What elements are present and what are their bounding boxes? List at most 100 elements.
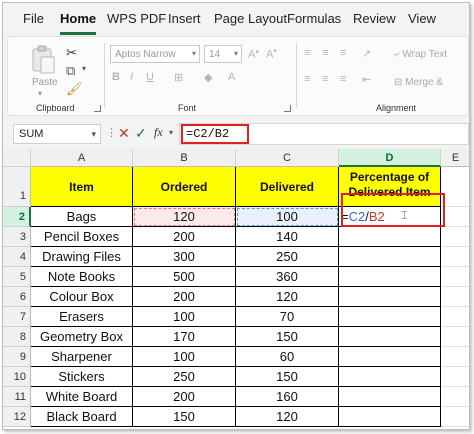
item-cell[interactable]: Drawing Files [31, 247, 133, 267]
empty-cell[interactable] [441, 407, 469, 427]
tab-view[interactable]: View [408, 11, 436, 31]
increase-font-icon[interactable]: A▴ [248, 47, 259, 61]
delivered-cell[interactable]: 150 [236, 327, 339, 347]
tab-insert[interactable]: Insert [168, 11, 201, 31]
indent-icon[interactable]: ⇤ [362, 73, 371, 86]
empty-cell[interactable] [441, 167, 469, 207]
chevron-down-icon[interactable]: ▾ [169, 128, 173, 137]
borders-icon[interactable]: ⊞ [174, 71, 183, 84]
insert-function-icon[interactable]: fx [154, 125, 163, 140]
align-top-icon[interactable]: ≡ [304, 47, 310, 59]
format-painter-icon[interactable]: 🖌 [66, 81, 83, 97]
ordered-cell[interactable]: 150 [133, 407, 236, 427]
ordered-cell[interactable]: 200 [133, 387, 236, 407]
paste-icon[interactable] [30, 45, 56, 75]
font-launcher-icon[interactable] [284, 105, 291, 112]
empty-cell[interactable] [441, 367, 469, 387]
percentage-cell[interactable] [339, 267, 441, 287]
paste-label[interactable]: Paste [32, 77, 58, 88]
item-cell[interactable]: Pencil Boxes [31, 227, 133, 247]
delivered-cell[interactable]: 120 [236, 407, 339, 427]
row-header-3[interactable]: 3 [3, 227, 31, 247]
ordered-cell[interactable]: 200 [133, 287, 236, 307]
delivered-cell[interactable]: 160 [236, 387, 339, 407]
row-header-1[interactable]: 1 [3, 167, 31, 207]
delivered-cell[interactable]: 60 [236, 347, 339, 367]
row-header-5[interactable]: 5 [3, 267, 31, 287]
item-cell[interactable]: Bags [31, 207, 133, 227]
row-header-7[interactable]: 7 [3, 307, 31, 327]
empty-cell[interactable] [441, 267, 469, 287]
enter-icon[interactable]: ✓ [135, 125, 147, 142]
name-box[interactable]: SUM ▾ [13, 124, 101, 144]
copy-chevron-icon[interactable]: ▾ [82, 64, 86, 73]
tab-page-layout[interactable]: Page Layout [214, 11, 287, 31]
wrap-text-button[interactable]: ⤶ Wrap Text [394, 49, 447, 60]
tab-wps-pdf[interactable]: WPS PDF [107, 11, 166, 31]
item-cell[interactable]: Geometry Box [31, 327, 133, 347]
chevron-down-icon[interactable]: ▾ [38, 89, 42, 98]
tab-home[interactable]: Home [60, 11, 97, 35]
delivered-cell[interactable]: 140 [236, 227, 339, 247]
row-header-11[interactable]: 11 [3, 387, 31, 407]
item-cell[interactable]: Black Board [31, 407, 133, 427]
bold-icon[interactable]: B [112, 71, 120, 83]
percentage-cell[interactable] [339, 307, 441, 327]
align-center-icon[interactable]: ≡ [322, 73, 328, 85]
spreadsheet-grid[interactable]: A B C D E 1 2 3 4 5 6 7 8 9 10 11 12 Item Ordered Delivered… [3, 149, 469, 429]
empty-cell[interactable] [441, 387, 469, 407]
percentage-cell[interactable] [339, 287, 441, 307]
percentage-cell[interactable] [339, 327, 441, 347]
ordered-cell[interactable]: 250 [133, 367, 236, 387]
row-header-8[interactable]: 8 [3, 327, 31, 347]
delivered-cell[interactable]: 360 [236, 267, 339, 287]
delivered-cell[interactable]: 120 [236, 287, 339, 307]
more-icon[interactable]: ⋮ [106, 126, 117, 139]
align-bottom-icon[interactable]: ≡ [340, 47, 346, 59]
item-cell[interactable]: White Board [31, 387, 133, 407]
select-all-corner[interactable] [3, 149, 31, 167]
cut-icon[interactable]: ✂ [66, 45, 77, 61]
ordered-cell[interactable]: 500 [133, 267, 236, 287]
percentage-cell[interactable] [339, 367, 441, 387]
column-header-c[interactable]: C [236, 149, 339, 167]
percentage-cell[interactable] [339, 227, 441, 247]
ordered-cell[interactable]: 170 [133, 327, 236, 347]
percentage-cell[interactable] [339, 407, 441, 427]
font-color-icon[interactable]: A [228, 71, 235, 83]
percentage-cell[interactable] [339, 347, 441, 367]
row-header-12[interactable]: 12 [3, 407, 31, 427]
header-cell[interactable]: Item [31, 167, 133, 207]
row-header-9[interactable]: 9 [3, 347, 31, 367]
row-header-4[interactable]: 4 [3, 247, 31, 267]
item-cell[interactable]: Erasers [31, 307, 133, 327]
item-cell[interactable]: Stickers [31, 367, 133, 387]
tab-formulas[interactable]: Formulas [287, 11, 341, 31]
percentage-cell[interactable] [339, 247, 441, 267]
ordered-cell[interactable]: 100 [133, 347, 236, 367]
empty-cell[interactable] [441, 287, 469, 307]
align-middle-icon[interactable]: ≡ [322, 47, 328, 59]
column-header-b[interactable]: B [133, 149, 236, 167]
empty-cell[interactable] [441, 247, 469, 267]
empty-cell[interactable] [441, 327, 469, 347]
percentage-cell[interactable] [339, 387, 441, 407]
copy-icon[interactable]: ⧉ [66, 63, 75, 79]
fill-color-icon[interactable]: ◆ [204, 71, 212, 84]
empty-cell[interactable] [441, 207, 469, 227]
align-right-icon[interactable]: ≡ [340, 73, 346, 85]
tab-review[interactable]: Review [353, 11, 396, 31]
clipboard-launcher-icon[interactable] [94, 105, 101, 112]
merge-button[interactable]: ⊟ Merge & [394, 77, 443, 88]
underline-icon[interactable]: U [146, 71, 154, 83]
item-cell[interactable]: Sharpener [31, 347, 133, 367]
row-header-2[interactable]: 2 [3, 207, 31, 227]
column-header-a[interactable]: A [31, 149, 133, 167]
delivered-cell[interactable]: 70 [236, 307, 339, 327]
ordered-cell[interactable]: 100 [133, 307, 236, 327]
delivered-cell[interactable]: 150 [236, 367, 339, 387]
row-header-6[interactable]: 6 [3, 287, 31, 307]
header-cell[interactable]: Ordered [133, 167, 236, 207]
align-left-icon[interactable]: ≡ [304, 73, 310, 85]
italic-icon[interactable]: I [130, 71, 133, 83]
